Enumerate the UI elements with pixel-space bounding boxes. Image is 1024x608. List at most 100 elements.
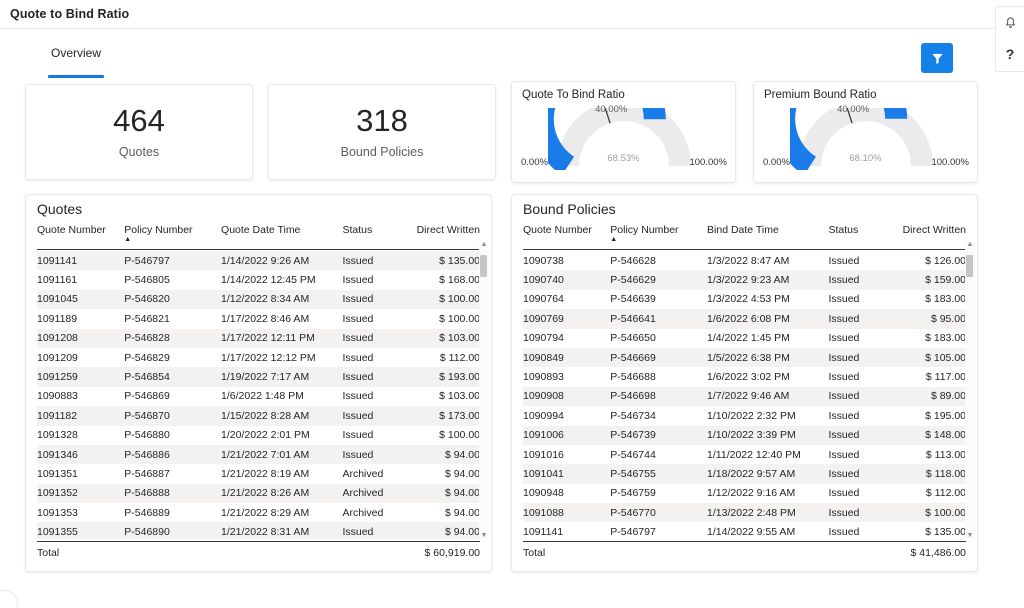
gauge-qbr-visual: 40.00% 0.00% 100.00% 68.53% xyxy=(512,104,735,184)
filter-button[interactable] xyxy=(921,43,953,73)
table-row[interactable]: 1090994 P-546734 1/10/2022 2:32 PM Issued $ … xyxy=(523,406,966,425)
table-row[interactable]: 1091208 P-546828 1/17/2022 12:11 PM Issued $… xyxy=(37,328,480,348)
table-row[interactable]: 1090948 P-546759 1/12/2022 9:16 AM Issued $ … xyxy=(523,484,966,503)
table-cell: P-546890 xyxy=(124,526,170,539)
table-cell: Archived xyxy=(342,467,384,480)
column-header-label: Policy Number xyxy=(610,224,679,236)
table-row[interactable]: 1091346 P-546886 1/21/2022 7:01 AM Issued $ … xyxy=(37,444,480,465)
table-cell: $ 105.00 xyxy=(925,351,966,364)
table-cell: P-546755 xyxy=(610,467,656,480)
kpi-bound-label: Bound Policies xyxy=(340,144,424,159)
gauge-card-premium-bound-ratio[interactable]: Premium Bound Ratio 40.00% 0.00% 100.00%… xyxy=(753,81,978,183)
table-cell: 1091006 xyxy=(523,429,564,442)
table-row[interactable]: 1091006 P-546739 1/10/2022 3:39 PM Issued $ … xyxy=(523,425,966,445)
table-cell: Issued xyxy=(828,274,860,287)
table-row[interactable]: 1090893 P-546688 1/6/2022 3:02 PM Issued $ 1… xyxy=(523,367,966,386)
column-header-policy-number[interactable]: Policy Number ▲ xyxy=(124,223,221,243)
table-row[interactable]: 1090764 P-546639 1/3/2022 4:53 PM Issued $ 1… xyxy=(523,290,966,309)
scroll-down-arrow-icon[interactable]: ▼ xyxy=(967,532,974,539)
table-row[interactable]: 1090740 P-546629 1/3/2022 9:23 AM Issued $ 1… xyxy=(523,270,966,290)
table-cell: 1/12/2022 9:16 AM xyxy=(707,487,796,500)
table-row[interactable]: 1091259 P-546854 1/19/2022 7:17 AM Issued $ … xyxy=(37,367,480,387)
kpi-card-bound-policies[interactable]: 318 Bound Policies xyxy=(268,84,496,180)
column-header-status[interactable]: Status xyxy=(828,223,885,236)
table-row[interactable]: 1091189 P-546821 1/17/2022 8:46 AM Issued $ … xyxy=(37,309,480,328)
scroll-down-arrow-icon[interactable]: ▼ xyxy=(481,532,488,539)
table-row[interactable]: 1091141 P-546797 1/14/2022 9:55 AM Issued $ … xyxy=(523,522,966,539)
table-cell: 1/10/2022 2:32 PM xyxy=(707,409,796,422)
report-page: Quote to Bind Ratio ? Overview 464 Quote… xyxy=(0,0,1024,608)
column-header-label: Direct Written xyxy=(902,224,966,236)
table-row[interactable]: 1091016 P-546744 1/11/2022 12:40 PM Issued $… xyxy=(523,445,966,464)
table-row[interactable]: 1090794 P-546650 1/4/2022 1:45 PM Issued $ 1… xyxy=(523,329,966,348)
table-cell: Issued xyxy=(828,429,860,442)
table-row[interactable]: 1090883 P-546869 1/6/2022 1:48 PM Issued $ 1… xyxy=(37,387,480,406)
table-cell: Issued xyxy=(828,390,860,403)
column-header-quote-number[interactable]: Quote Number xyxy=(37,223,124,236)
table-cell: 1091352 xyxy=(37,487,78,500)
table-cell: $ 89.00 xyxy=(930,390,966,403)
table-cell: $ 100.00 xyxy=(439,312,480,325)
table-quotes-total-row: Total $ 60,919.00 xyxy=(37,541,480,563)
table-row[interactable]: 1091209 P-546829 1/17/2022 12:12 PM Issued $… xyxy=(37,348,480,367)
table-cell: Issued xyxy=(342,274,374,287)
scroll-thumb[interactable] xyxy=(480,255,487,277)
table-row[interactable]: 1091355 P-546890 1/21/2022 8:31 AM Issued $ … xyxy=(37,522,480,539)
table-row[interactable]: 1091045 P-546820 1/12/2022 8:34 AM Issued $ … xyxy=(37,289,480,310)
table-cell: Issued xyxy=(342,409,374,422)
table-row[interactable]: 1091161 P-546805 1/14/2022 12:45 PM Issued $… xyxy=(37,270,480,289)
table-cell: 1090849 xyxy=(523,351,564,364)
table-cell: 1/21/2022 8:29 AM xyxy=(221,506,310,519)
table-cell: 1091141 xyxy=(37,254,78,267)
table-cell: Issued xyxy=(828,332,860,345)
scroll-thumb[interactable] xyxy=(966,255,973,277)
table-cell: 1091355 xyxy=(37,526,78,539)
scroll-up-arrow-icon[interactable]: ▲ xyxy=(481,241,488,248)
table-cell: 1091208 xyxy=(37,332,78,345)
table-row[interactable]: 1091351 P-546887 1/21/2022 8:19 AM Archived… xyxy=(37,464,480,483)
column-header-direct-written[interactable]: Direct Written xyxy=(885,223,966,236)
question-mark-icon[interactable]: ? xyxy=(1001,45,1019,63)
table-cell: $ 183.00 xyxy=(925,332,966,345)
table-row[interactable]: 1090908 P-546698 1/7/2022 9:46 AM Issued $ 8… xyxy=(523,386,966,407)
kpi-card-quotes[interactable]: 464 Quotes xyxy=(25,84,253,180)
right-rail: ? xyxy=(995,6,1024,72)
table-card-bound-policies[interactable]: Bound Policies Quote Number Policy Number… xyxy=(511,194,978,572)
bell-icon[interactable] xyxy=(1001,14,1019,32)
table-cell: Issued xyxy=(342,390,374,403)
table-row[interactable]: 1091141 P-546797 1/14/2022 9:26 AM Issued $ … xyxy=(37,251,480,271)
gauge-qbr-max-label: 100.00% xyxy=(689,157,727,168)
table-row[interactable]: 1091328 P-546880 1/20/2022 2:01 PM Issued $ … xyxy=(37,426,480,445)
table-cell: $ 94.00 xyxy=(444,526,480,539)
table-row[interactable]: 1090769 P-546641 1/6/2022 6:08 PM Issued $ 9… xyxy=(523,309,966,329)
table-row[interactable]: 1091182 P-546870 1/15/2022 8:28 AM Issued $ … xyxy=(37,406,480,426)
column-header-direct-written[interactable]: Direct Written xyxy=(399,223,480,236)
gauge-card-quote-to-bind-ratio[interactable]: Quote To Bind Ratio 40.00% 0.00% 100.00%… xyxy=(511,81,736,183)
gauge-pbr-min-label: 0.00% xyxy=(763,157,790,168)
table-cell: P-546889 xyxy=(124,506,170,519)
table-cell: $ 135.00 xyxy=(439,254,480,267)
table-row[interactable]: 1091041 P-546755 1/18/2022 9:57 AM Issued $ … xyxy=(523,464,966,484)
table-cell: $ 113.00 xyxy=(925,448,966,461)
table-quotes-scrollbar[interactable]: ▲ ▼ xyxy=(479,241,489,539)
column-header-quote-number[interactable]: Quote Number xyxy=(523,223,610,236)
table-row[interactable]: 1091353 P-546889 1/21/2022 8:29 AM Archived… xyxy=(37,503,480,522)
table-cell: 1/14/2022 9:55 AM xyxy=(707,526,796,539)
table-cell: P-546854 xyxy=(124,371,170,384)
table-card-quotes[interactable]: Quotes Quote Number Policy Number ▲ Quote D… xyxy=(25,194,492,572)
table-row[interactable]: 1091352 P-546888 1/21/2022 8:26 AM Archived… xyxy=(37,483,480,504)
column-header-quote-date-time[interactable]: Quote Date Time xyxy=(221,223,342,236)
column-header-bind-date-time[interactable]: Bind Date Time xyxy=(707,223,828,236)
table-cell: P-546641 xyxy=(610,312,656,325)
table-cell: Archived xyxy=(342,506,384,519)
table-row[interactable]: 1090738 P-546628 1/3/2022 8:47 AM Issued $ 1… xyxy=(523,251,966,270)
table-bound-scrollbar[interactable]: ▲ ▼ xyxy=(965,241,975,539)
table-row[interactable]: 1091088 P-546770 1/13/2022 2:48 PM Issued $ … xyxy=(523,503,966,523)
scroll-up-arrow-icon[interactable]: ▲ xyxy=(967,241,974,248)
column-header-status[interactable]: Status xyxy=(342,223,399,236)
table-cell: $ 183.00 xyxy=(925,293,966,306)
tab-overview[interactable]: Overview xyxy=(45,46,107,78)
table-cell: 1091351 xyxy=(37,467,78,480)
column-header-policy-number[interactable]: Policy Number ▲ xyxy=(610,223,707,243)
table-row[interactable]: 1090849 P-546669 1/5/2022 6:38 PM Issued $ 1… xyxy=(523,347,966,368)
